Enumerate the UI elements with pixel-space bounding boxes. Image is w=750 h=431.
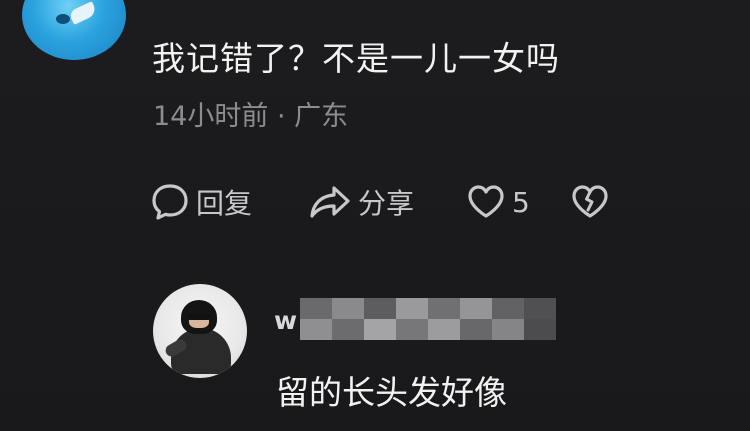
share-label: 分享 <box>358 187 415 220</box>
heart-outline-icon <box>466 182 506 222</box>
avatar-graphic-detail <box>56 14 70 24</box>
share-button[interactable]: 分享 <box>308 180 414 224</box>
avatar-graphic <box>68 1 98 25</box>
reply-button[interactable]: 回复 <box>150 180 252 224</box>
reply-text: 留的长头发好像 <box>276 373 507 412</box>
share-arrow-icon <box>308 182 352 222</box>
dislike-button[interactable] <box>570 180 610 224</box>
comment-thread: 我记错了？不是一儿一女吗 14小时前 · 广东 回复 分享 5 w 留的长头发好… <box>0 0 750 431</box>
like-button[interactable]: 5 <box>466 180 530 224</box>
replier-avatar[interactable] <box>153 284 247 378</box>
commenter-avatar[interactable] <box>22 0 126 60</box>
avatar-figure-glasses <box>187 314 211 320</box>
like-count: 5 <box>512 185 530 219</box>
username-blur-mask <box>300 298 556 340</box>
comment-text: 我记错了？不是一儿一女吗 <box>152 39 560 78</box>
speech-bubble-icon <box>150 182 190 222</box>
reply-label: 回复 <box>196 187 253 220</box>
reply-username[interactable]: w <box>274 306 297 335</box>
comment-meta: 14小时前 · 广东 <box>153 101 349 132</box>
broken-heart-icon <box>570 182 610 222</box>
comment-actions: 回复 分享 5 <box>150 180 630 224</box>
